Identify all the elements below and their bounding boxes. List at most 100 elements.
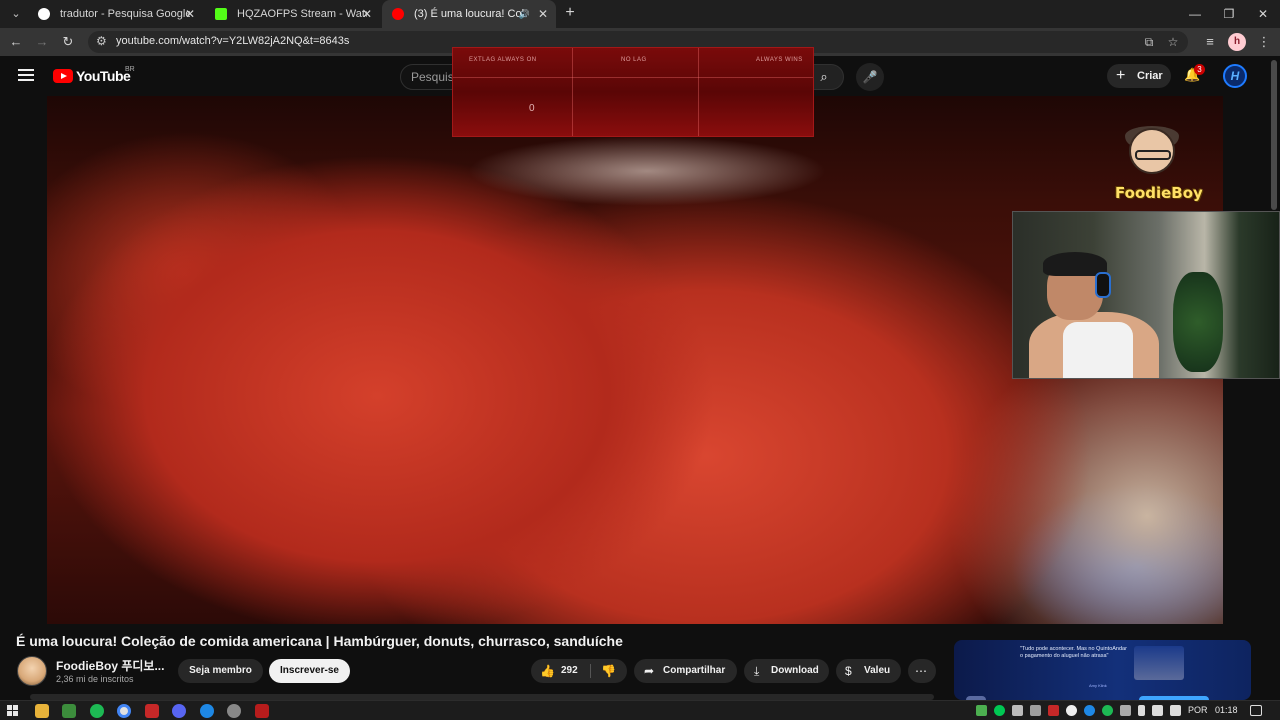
restore-icon[interactable]: ❐ [1212, 0, 1246, 28]
download-button[interactable]: ⤓ Download [744, 659, 829, 683]
news-app-icon[interactable] [145, 704, 159, 718]
page-scrollbar[interactable] [1271, 60, 1277, 210]
super-thanks-icon: $ [845, 664, 852, 678]
minimize-icon[interactable]: — [1178, 0, 1212, 28]
tab-google-search[interactable]: tradutor - Pesquisa Google ✕ [28, 0, 203, 28]
spotify-icon[interactable] [90, 704, 104, 718]
sponsored-ad-card[interactable]: "Tudo pode acontecer. Mas no QuintoAndar… [954, 640, 1251, 700]
browser-menu-icon[interactable]: ⋮ [1254, 32, 1274, 52]
join-button[interactable]: Seja membro [178, 659, 263, 683]
tray-usb-icon[interactable] [1012, 705, 1023, 716]
tray-app-icon[interactable] [994, 705, 1005, 716]
close-tab-icon[interactable]: ✕ [185, 0, 195, 28]
network-icon[interactable] [1152, 705, 1163, 716]
tray-spotify-icon[interactable] [1102, 705, 1113, 716]
tray-app-icon[interactable] [1030, 705, 1041, 716]
ad-signature: Amy Klink [1089, 683, 1107, 688]
account-avatar[interactable]: H [1223, 64, 1247, 88]
reload-icon[interactable]: ↻ [58, 32, 78, 52]
share-arrow-icon: ➦ [644, 664, 655, 678]
foodieboy-watermark: FoodieBoy [1115, 126, 1203, 212]
obs-icon[interactable] [227, 704, 241, 718]
video-title: É uma loucura! Coleção de comida america… [16, 633, 623, 649]
like-dislike-group: 👍 292 👎 [531, 659, 627, 683]
speaker-icon[interactable]: 🔊 [519, 0, 530, 28]
like-divider [590, 664, 591, 678]
headset-icon [1095, 272, 1111, 298]
forward-arrow-icon[interactable]: → [32, 32, 52, 52]
create-button[interactable]: + Criar [1107, 64, 1171, 88]
notification-badge: 3 [1194, 64, 1205, 75]
like-count[interactable]: 292 [561, 659, 578, 683]
overlay-label: NO LAG [621, 57, 647, 63]
overlay-divider [453, 77, 813, 78]
windows-start-icon[interactable] [7, 705, 19, 717]
windows-taskbar: POR 01:18 [0, 700, 1280, 720]
tray-app-icon[interactable] [1048, 705, 1059, 716]
media-controls-icon[interactable]: ≡ [1200, 32, 1220, 52]
more-horizontal-icon: ⋯ [915, 664, 927, 678]
google-icon [38, 8, 50, 20]
streamer-webcam-overlay [1012, 211, 1280, 379]
download-icon: ⤓ [754, 664, 760, 678]
bookmark-star-icon[interactable]: ☆ [1165, 34, 1181, 50]
input-language[interactable]: POR [1188, 705, 1208, 715]
close-tab-icon[interactable]: ✕ [538, 0, 548, 28]
channel-name[interactable]: FoodieBoy 푸디보... [56, 657, 164, 674]
subscribe-button[interactable]: Inscrever-se [269, 659, 350, 683]
watermark-glasses [1135, 150, 1171, 160]
youtube-logo-text[interactable]: YouTube [76, 68, 131, 84]
more-actions-button[interactable]: ⋯ [908, 659, 936, 683]
thumbs-up-icon[interactable]: 👍 [540, 659, 555, 683]
tray-steam-icon[interactable] [1066, 705, 1077, 716]
app-icon-green[interactable] [62, 704, 76, 718]
kick-icon [215, 8, 227, 20]
subscriber-count: 2,36 mi de inscritos [56, 674, 134, 684]
channel-avatar[interactable] [17, 656, 47, 686]
hamburger-menu-icon[interactable] [18, 69, 34, 81]
youtube-favicon-icon [392, 8, 404, 20]
new-tab-plus-icon[interactable]: + [560, 3, 580, 23]
search-icon: ⌕ [820, 69, 828, 84]
capcut-icon[interactable] [255, 704, 269, 718]
youtube-logo-icon[interactable] [53, 69, 73, 83]
tray-app-icon[interactable] [1084, 705, 1095, 716]
site-settings-icon[interactable]: ⚙ [96, 34, 107, 48]
chrome-icon[interactable] [117, 704, 131, 718]
tray-nvidia-icon[interactable] [976, 705, 987, 716]
browser-profile-avatar[interactable]: h [1228, 33, 1246, 51]
voice-search-button[interactable]: 🎤 [856, 63, 884, 91]
overlay-label: EXTLAG ALWAYS ON [469, 57, 537, 63]
file-explorer-icon[interactable] [35, 704, 49, 718]
microphone-icon: 🎤 [862, 70, 878, 84]
close-tab-icon[interactable]: ✕ [362, 0, 372, 28]
webcam-person-shirt [1063, 322, 1133, 378]
back-arrow-icon[interactable]: ← [6, 32, 26, 52]
ad-photo [1134, 646, 1184, 680]
country-code: BR [125, 66, 135, 73]
plus-icon: + [1116, 67, 1126, 84]
thumbs-down-icon[interactable]: 👎 [601, 659, 616, 683]
url-text[interactable]: youtube.com/watch?v=Y2LW82jA2NQ&t=8643s [116, 35, 349, 47]
webcam-plant [1173, 272, 1223, 372]
thanks-button[interactable]: $ Valeu [836, 659, 901, 683]
tab-kick-stream[interactable]: HQZAOFPS Stream - Watch Live ✕ [205, 0, 380, 28]
browser-tab-strip: ⌄ tradutor - Pesquisa Google ✕ HQZAOFPS … [0, 0, 1280, 28]
cast-icon[interactable]: ⧉ [1141, 34, 1157, 50]
ad-quote: "Tudo pode acontecer. Mas no QuintoAndar… [1020, 646, 1127, 659]
video-highlight [467, 136, 827, 206]
steam-icon[interactable] [200, 704, 214, 718]
microphone-icon[interactable] [1138, 705, 1145, 716]
volume-icon[interactable] [1170, 705, 1181, 716]
clock-time[interactable]: 01:18 [1215, 705, 1238, 715]
notification-center-icon[interactable] [1250, 705, 1262, 716]
share-button[interactable]: ➦ Compartilhar [634, 659, 737, 683]
stream-stats-overlay: EXTLAG ALWAYS ON NO LAG ALWAYS WINS 0 [452, 47, 814, 137]
tab-youtube-video[interactable]: (3) É uma loucura! Coleção 🔊 ✕ [382, 0, 556, 28]
discord-icon[interactable] [172, 704, 186, 718]
close-window-icon[interactable]: ✕ [1246, 0, 1280, 28]
tab-search-icon[interactable]: ⌄ [6, 4, 26, 24]
overlay-counter: 0 [529, 103, 535, 114]
overlay-label: ALWAYS WINS [756, 57, 803, 63]
tray-app-icon[interactable] [1120, 705, 1131, 716]
